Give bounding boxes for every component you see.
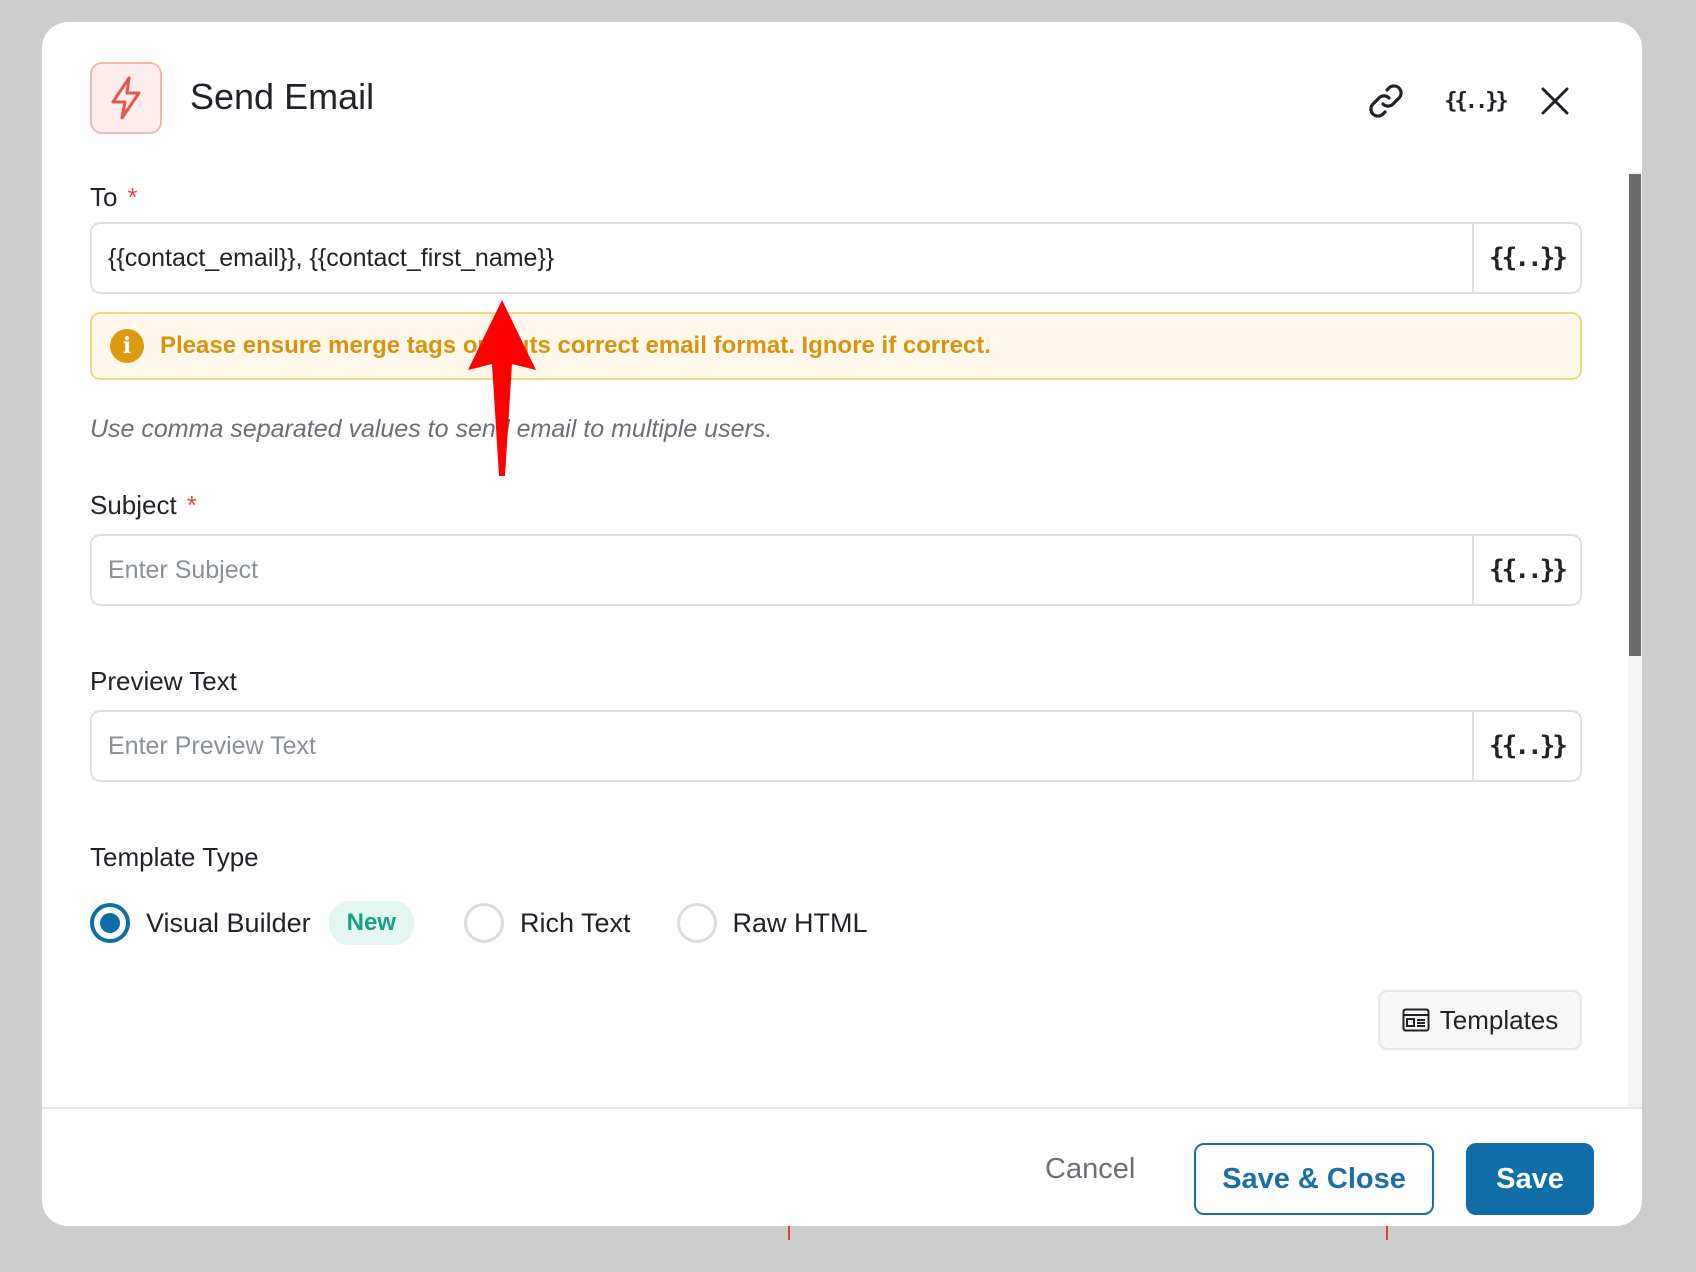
subject-merge-tag-button[interactable]: {{..}} [1472, 536, 1580, 604]
to-label: To * [90, 182, 138, 213]
preview-text-input-group: {{..}} [90, 710, 1582, 782]
required-mark: * [127, 182, 138, 212]
subject-label-text: Subject [90, 490, 177, 520]
to-label-text: To [90, 182, 118, 212]
modal-header: Send Email {{..}} [42, 22, 1642, 172]
template-type-radio-group: Visual Builder New Rich Text Raw HTML [90, 898, 868, 948]
to-input[interactable] [92, 224, 1472, 292]
close-icon[interactable] [1530, 76, 1580, 126]
warning-text: Please ensure merge tags outputs correct… [160, 332, 991, 359]
modal-footer: Cancel Save & Close Save [42, 1107, 1642, 1226]
radio-label-visual-builder[interactable]: Visual Builder [146, 908, 311, 939]
lightning-bolt-icon [90, 62, 162, 134]
save-button[interactable]: Save [1466, 1143, 1594, 1215]
radio-label-raw-html[interactable]: Raw HTML [733, 908, 868, 939]
to-merge-tag-button[interactable]: {{..}} [1472, 224, 1580, 292]
radio-visual-builder[interactable] [90, 903, 130, 943]
template-icon [1402, 1008, 1430, 1032]
template-type-label: Template Type [90, 842, 259, 872]
scrollbar-thumb[interactable] [1629, 174, 1641, 656]
preview-text-merge-tag-button[interactable]: {{..}} [1472, 712, 1580, 780]
annotation-arrow-icon [468, 300, 536, 476]
required-mark: * [186, 490, 197, 520]
subject-input[interactable] [92, 536, 1472, 604]
merge-tag-warning: i Please ensure merge tags outputs corre… [90, 312, 1582, 380]
modal-title: Send Email [190, 76, 375, 117]
preview-text-label: Preview Text [90, 666, 237, 696]
radio-rich-text[interactable] [463, 903, 504, 943]
background-tick-mark [1386, 1226, 1388, 1240]
radio-label-rich-text[interactable]: Rich Text [520, 908, 631, 939]
info-icon: i [110, 329, 144, 363]
to-help-text: Use comma separated values to send email… [90, 415, 773, 443]
merge-tags-button[interactable]: {{..}} [1438, 76, 1512, 126]
subject-label: Subject * [90, 490, 197, 521]
cancel-button[interactable]: Cancel [1045, 1141, 1135, 1197]
preview-text-input[interactable] [92, 712, 1472, 780]
send-email-modal: Send Email {{..}} To * {{..}} i Please en… [42, 22, 1642, 1226]
background-tick-mark [788, 1226, 790, 1240]
link-icon[interactable] [1360, 76, 1412, 126]
subject-input-group: {{..}} [90, 534, 1582, 606]
save-and-close-button[interactable]: Save & Close [1194, 1143, 1434, 1215]
templates-button-label: Templates [1439, 1004, 1559, 1035]
radio-raw-html[interactable] [676, 903, 717, 943]
to-input-group: {{..}} [90, 222, 1582, 294]
new-badge: New [328, 901, 414, 945]
templates-button[interactable]: Templates [1378, 990, 1582, 1050]
